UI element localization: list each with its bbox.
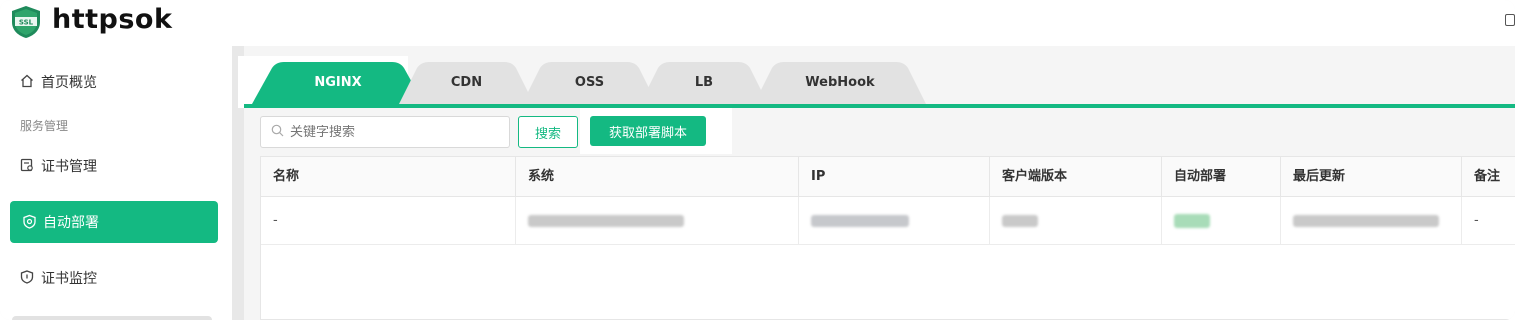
app-window: SSL httpsok 首页概览 服务管理 证书管理 自动部署 证书监控 NGI…	[0, 0, 1515, 320]
column-header-system[interactable]: 系统	[516, 157, 799, 197]
sidebar-scrollbar[interactable]	[12, 316, 212, 320]
brand-name: httpsok	[52, 4, 173, 35]
certificate-icon	[20, 158, 36, 174]
tab-bar: NGINX CDN OSS LB WebHook	[238, 56, 1515, 108]
table-row[interactable]: - -	[261, 197, 1515, 245]
cell-last-updated	[1281, 197, 1462, 245]
shield-icon	[20, 270, 36, 286]
sidebar-item-label: 证书监控	[41, 271, 97, 287]
tab-lb[interactable]: LB	[640, 60, 768, 104]
get-deploy-script-button[interactable]: 获取部署脚本	[590, 116, 706, 146]
svg-text:SSL: SSL	[19, 19, 34, 27]
main-content: NGINX CDN OSS LB WebHook 关键字搜索 搜索 获取部署脚本…	[238, 46, 1515, 320]
top-header: SSL httpsok	[0, 0, 1515, 46]
table-header: 名称 系统 IP 客户端版本 自动部署 最后更新 备注	[261, 157, 1515, 197]
sidebar-item-label: 证书管理	[41, 159, 97, 175]
column-header-ip[interactable]: IP	[799, 157, 990, 197]
sidebar-item-label: 首页概览	[41, 75, 97, 91]
tab-underline	[244, 104, 1515, 108]
column-header-remark[interactable]: 备注	[1462, 157, 1515, 197]
column-header-last-updated[interactable]: 最后更新	[1281, 157, 1462, 197]
deploy-table: 名称 系统 IP 客户端版本 自动部署 最后更新 备注 - -	[260, 156, 1515, 320]
cell-client-version	[990, 197, 1162, 245]
column-header-name[interactable]: 名称	[261, 157, 516, 197]
search-field[interactable]	[260, 116, 510, 148]
sidebar-item-label: 自动部署	[43, 215, 99, 231]
search-button[interactable]: 搜索	[518, 116, 578, 148]
sidebar-item-home[interactable]: 首页概览	[8, 60, 220, 104]
sidebar-item-monitor[interactable]: 证书监控	[8, 256, 220, 300]
cell-remark: -	[1474, 213, 1479, 228]
cell-auto-deploy	[1162, 197, 1281, 245]
tab-webhook[interactable]: WebHook	[754, 60, 926, 104]
cell-system	[516, 197, 799, 245]
sidebar: 首页概览 服务管理 证书管理 自动部署 证书监控	[0, 46, 232, 320]
search-icon	[271, 124, 284, 141]
search-input[interactable]	[290, 124, 490, 140]
tab-cdn[interactable]: CDN	[399, 60, 534, 104]
column-header-auto-deploy[interactable]: 自动部署	[1162, 157, 1281, 197]
sidebar-item-auto-deploy[interactable]: 自动部署	[10, 201, 218, 243]
deploy-icon	[22, 214, 38, 230]
column-header-client-version[interactable]: 客户端版本	[990, 157, 1162, 197]
home-icon	[20, 74, 36, 90]
cell-ip	[799, 197, 990, 245]
tab-oss[interactable]: OSS	[522, 60, 657, 104]
cell-name: -	[261, 197, 516, 245]
ssl-logo-icon: SSL	[8, 4, 44, 40]
window-toggle-icon[interactable]	[1505, 14, 1515, 26]
sidebar-item-certificates[interactable]: 证书管理	[8, 144, 220, 188]
sidebar-group-label: 服务管理	[20, 119, 69, 133]
